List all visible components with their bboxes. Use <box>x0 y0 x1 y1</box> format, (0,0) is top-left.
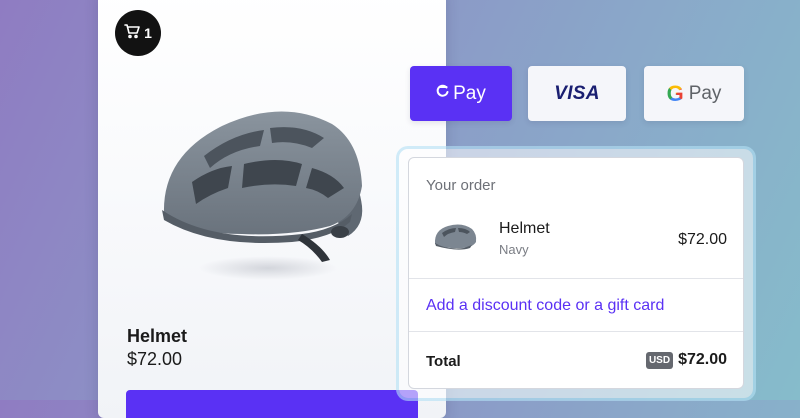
product-name: Helmet <box>127 326 188 346</box>
cart-button[interactable]: 1 <box>115 10 161 56</box>
shop-pay-label: Pay <box>453 82 486 104</box>
shop-pay-icon <box>436 84 453 103</box>
cart-icon <box>124 23 140 44</box>
order-item-thumbnail <box>432 220 478 256</box>
order-summary: Your order Helmet Navy $72.00 Add a disc… <box>408 157 744 389</box>
google-pay-label: Pay <box>688 82 722 104</box>
order-item-price: $72.00 <box>678 231 727 248</box>
cart-count: 1 <box>144 25 152 41</box>
product-price: $72.00 <box>127 349 183 369</box>
google-pay-button[interactable]: G Pay <box>644 66 744 121</box>
shop-pay-button[interactable]: Pay <box>410 66 512 121</box>
product-card: 1 Helmet $72.00 <box>98 0 446 418</box>
divider <box>409 331 743 332</box>
order-title: Your order <box>426 177 496 194</box>
discount-code-link[interactable]: Add a discount code or a gift card <box>426 297 664 315</box>
order-item-name: Helmet <box>499 220 550 237</box>
total-value: $72.00 <box>678 351 727 368</box>
buy-button[interactable] <box>126 390 418 418</box>
total-label: Total <box>426 353 461 370</box>
visa-button[interactable]: VISA <box>528 66 626 121</box>
currency-badge: USD <box>645 351 674 369</box>
google-g-icon: G <box>666 80 684 106</box>
order-item-variant: Navy <box>499 242 529 257</box>
visa-logo: VISA <box>554 82 600 104</box>
total-amount: USD $72.00 <box>645 351 727 369</box>
product-image[interactable] <box>152 86 382 306</box>
divider <box>409 278 743 279</box>
